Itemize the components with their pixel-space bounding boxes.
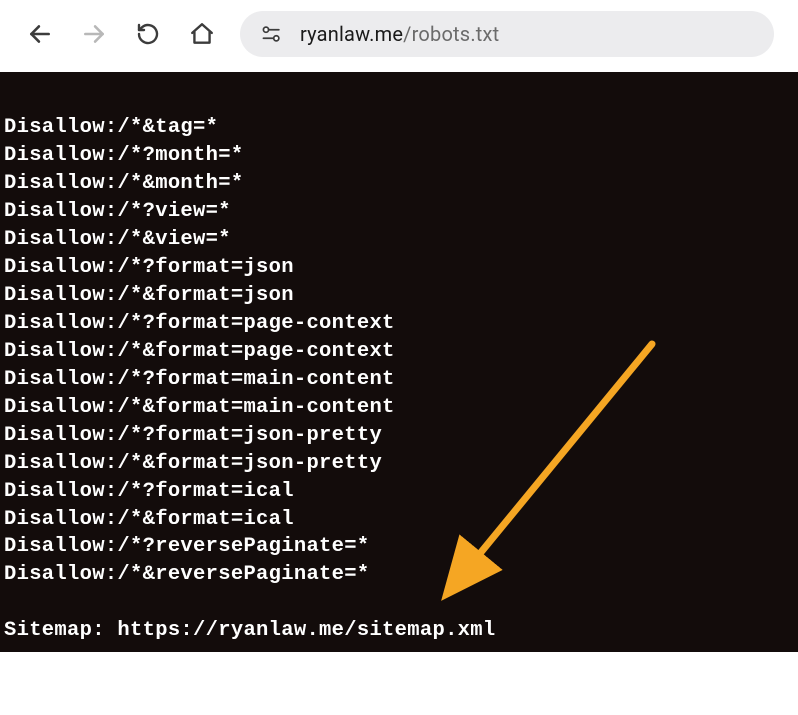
- url-display: ryanlaw.me/robots.txt: [300, 22, 499, 46]
- robots-line-partial: Disallow:/*&tag=*: [4, 116, 218, 139]
- arrow-right-icon: [81, 21, 107, 47]
- robots-disallow-line: Disallow:/*?format=page-context: [4, 312, 395, 335]
- arrow-left-icon: [27, 21, 53, 47]
- browser-toolbar: ryanlaw.me/robots.txt: [0, 0, 798, 72]
- back-button[interactable]: [24, 18, 56, 50]
- robots-disallow-line: Disallow:/*&month=*: [4, 172, 243, 195]
- forward-button[interactable]: [78, 18, 110, 50]
- site-settings-icon[interactable]: [260, 24, 284, 44]
- home-button[interactable]: [186, 18, 218, 50]
- robots-disallow-line: Disallow:/*?reversePaginate=*: [4, 535, 369, 558]
- url-host: ryanlaw.me: [300, 22, 403, 46]
- robots-disallow-line: Disallow:/*?format=json: [4, 256, 294, 279]
- address-bar[interactable]: ryanlaw.me/robots.txt: [240, 11, 774, 57]
- robots-disallow-line: Disallow:/*&format=main-content: [4, 396, 395, 419]
- robots-disallow-line: Disallow:/*?format=json-pretty: [4, 424, 382, 447]
- robots-disallow-line: Disallow:/*?format=ical: [4, 480, 294, 503]
- home-icon: [189, 21, 215, 47]
- robots-disallow-line: Disallow:/*&view=*: [4, 228, 231, 251]
- robots-disallow-line: Disallow:/*&format=page-context: [4, 340, 395, 363]
- robots-disallow-line: Disallow:/*&format=json: [4, 284, 294, 307]
- robots-disallow-line: Disallow:/*?format=main-content: [4, 368, 395, 391]
- page-content: Disallow:/*&tag=* Disallow:/*?month=* Di…: [0, 72, 798, 652]
- robots-disallow-line: Disallow:/*?month=*: [4, 144, 243, 167]
- robots-disallow-line: Disallow:/*?view=*: [4, 200, 231, 223]
- robots-text: Disallow:/*&tag=* Disallow:/*?month=* Di…: [0, 114, 798, 645]
- robots-disallow-line: Disallow:/*&format=json-pretty: [4, 452, 382, 475]
- url-path: /robots.txt: [403, 22, 499, 46]
- reload-button[interactable]: [132, 18, 164, 50]
- robots-sitemap-line: Sitemap: https://ryanlaw.me/sitemap.xml: [4, 617, 798, 645]
- robots-disallow-line: Disallow:/*&reversePaginate=*: [4, 563, 369, 586]
- reload-icon: [136, 22, 160, 46]
- robots-disallow-line: Disallow:/*&format=ical: [4, 508, 294, 531]
